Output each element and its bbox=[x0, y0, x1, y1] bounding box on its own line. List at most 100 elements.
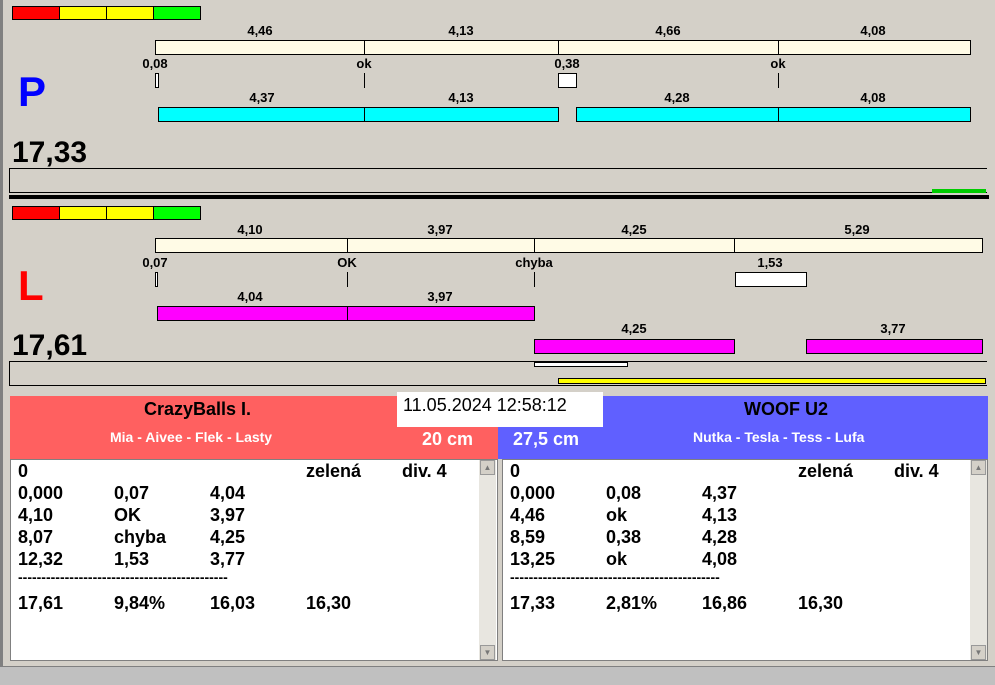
list-cell: chyba bbox=[114, 527, 167, 547]
summary-cell: 16,03 bbox=[210, 593, 256, 613]
list-cell: 4,10 bbox=[18, 505, 54, 525]
status-bar bbox=[0, 666, 995, 685]
fault-label: OK bbox=[337, 255, 357, 270]
segment-label: 4,66 bbox=[655, 23, 681, 38]
status-yellow bbox=[59, 206, 107, 220]
separator bbox=[9, 195, 989, 199]
list-cell: ok bbox=[606, 549, 628, 569]
progress-fill bbox=[558, 378, 986, 384]
progress-track bbox=[9, 168, 987, 193]
segment-label: 3,77 bbox=[880, 321, 906, 336]
summary-cell: 16,30 bbox=[306, 593, 352, 613]
status-red bbox=[12, 6, 60, 20]
list-cell: 3,97 bbox=[210, 505, 246, 525]
list-cell: 4,04 bbox=[210, 483, 246, 503]
list-cell: 0,07 bbox=[114, 483, 150, 503]
segment-label: 4,37 bbox=[249, 90, 275, 105]
right-results-list[interactable] bbox=[502, 459, 988, 661]
fault-label: 0,08 bbox=[142, 56, 168, 71]
progress-fill bbox=[932, 189, 986, 193]
total-time: 17,33 bbox=[12, 136, 88, 169]
run-bar bbox=[158, 107, 559, 122]
list-cell: 1,53 bbox=[114, 549, 150, 569]
list-separator: ----------------------------------------… bbox=[18, 569, 228, 585]
datetime: 11.05.2024 12:58:12 bbox=[403, 395, 567, 415]
segment-label: 4,08 bbox=[860, 90, 886, 105]
scrollbar[interactable]: ▲ ▼ bbox=[970, 460, 987, 660]
fault-box bbox=[735, 272, 807, 287]
time-bar bbox=[155, 40, 971, 55]
list-cell: 0 bbox=[510, 461, 521, 481]
status-yellow bbox=[106, 206, 154, 220]
list-cell: 4,46 bbox=[510, 505, 546, 525]
summary-cell: 16,30 bbox=[798, 593, 844, 613]
list-cell: ok bbox=[606, 505, 628, 525]
list-cell: div. 4 bbox=[894, 461, 939, 481]
list-cell: 4,37 bbox=[702, 483, 738, 503]
fault-label: ok bbox=[356, 56, 372, 71]
list-cell: zelená bbox=[798, 461, 854, 481]
summary-cell: 17,61 bbox=[18, 593, 64, 613]
segment-label: 4,04 bbox=[237, 289, 263, 304]
list-cell: zelená bbox=[306, 461, 362, 481]
fault-box bbox=[558, 73, 577, 88]
list-cell: 0,38 bbox=[606, 527, 642, 547]
dog-names: Mia - Aivee - Flek - Lasty bbox=[110, 429, 273, 445]
list-cell: 0,000 bbox=[18, 483, 64, 503]
run-bar bbox=[534, 339, 735, 354]
time-bar bbox=[155, 238, 983, 253]
fault-label: chyba bbox=[515, 255, 553, 270]
scroll-up-icon[interactable]: ▲ bbox=[480, 460, 495, 475]
list-cell: 4,25 bbox=[210, 527, 246, 547]
lane-letter: P bbox=[18, 68, 47, 115]
segment-label: 4,08 bbox=[860, 23, 886, 38]
list-cell: 3,77 bbox=[210, 549, 246, 569]
segment-label: 4,25 bbox=[621, 222, 647, 237]
list-cell: 8,59 bbox=[510, 527, 546, 547]
run-bar bbox=[576, 107, 971, 122]
segment-label: 3,97 bbox=[427, 222, 453, 237]
list-separator: ----------------------------------------… bbox=[510, 569, 720, 585]
datetime-box: 11.05.2024 12:58:12 bbox=[397, 392, 603, 427]
segment-label: 4,13 bbox=[448, 23, 474, 38]
status-green bbox=[153, 6, 201, 20]
segment-label: 5,29 bbox=[844, 222, 870, 237]
dog-names: Nutka - Tesla - Tess - Lufa bbox=[693, 429, 865, 445]
status-red bbox=[12, 206, 60, 220]
list-cell: 4,13 bbox=[702, 505, 738, 525]
list-cell: 8,07 bbox=[18, 527, 54, 547]
list-cell: 0 bbox=[18, 461, 29, 481]
fault-box bbox=[155, 272, 158, 287]
scroll-down-icon[interactable]: ▼ bbox=[971, 645, 986, 660]
summary-cell: 17,33 bbox=[510, 593, 556, 613]
list-cell: 12,32 bbox=[18, 549, 64, 569]
segment-label: 4,10 bbox=[237, 222, 263, 237]
status-yellow bbox=[59, 6, 107, 20]
list-cell: 4,28 bbox=[702, 527, 738, 547]
list-cell: 13,25 bbox=[510, 549, 556, 569]
scroll-down-icon[interactable]: ▼ bbox=[480, 645, 495, 660]
list-cell: 0,08 bbox=[606, 483, 642, 503]
lane-letter: L bbox=[18, 262, 44, 309]
segment-label: 4,25 bbox=[621, 321, 647, 336]
summary-cell: 2,81% bbox=[606, 593, 658, 613]
status-green bbox=[153, 206, 201, 220]
status-yellow bbox=[106, 6, 154, 20]
list-cell: 4,08 bbox=[702, 549, 738, 569]
fault-box bbox=[155, 73, 159, 88]
segment-label: 4,28 bbox=[664, 90, 690, 105]
scroll-up-icon[interactable]: ▲ bbox=[971, 460, 986, 475]
left-results-list[interactable] bbox=[10, 459, 498, 661]
segment-label: 4,46 bbox=[247, 23, 273, 38]
fault-label: 0,38 bbox=[554, 56, 580, 71]
fault-label: 0,07 bbox=[142, 255, 168, 270]
team-name: CrazyBalls I. bbox=[144, 399, 252, 419]
segment-label: 3,97 bbox=[427, 289, 453, 304]
scrollbar[interactable]: ▲ ▼ bbox=[479, 460, 496, 660]
list-cell: div. 4 bbox=[402, 461, 447, 481]
run-bar bbox=[157, 306, 535, 321]
list-cell: OK bbox=[114, 505, 141, 525]
team-name: WOOF U2 bbox=[744, 399, 828, 419]
summary-cell: 16,86 bbox=[702, 593, 748, 613]
fault-label: 1,53 bbox=[757, 255, 783, 270]
